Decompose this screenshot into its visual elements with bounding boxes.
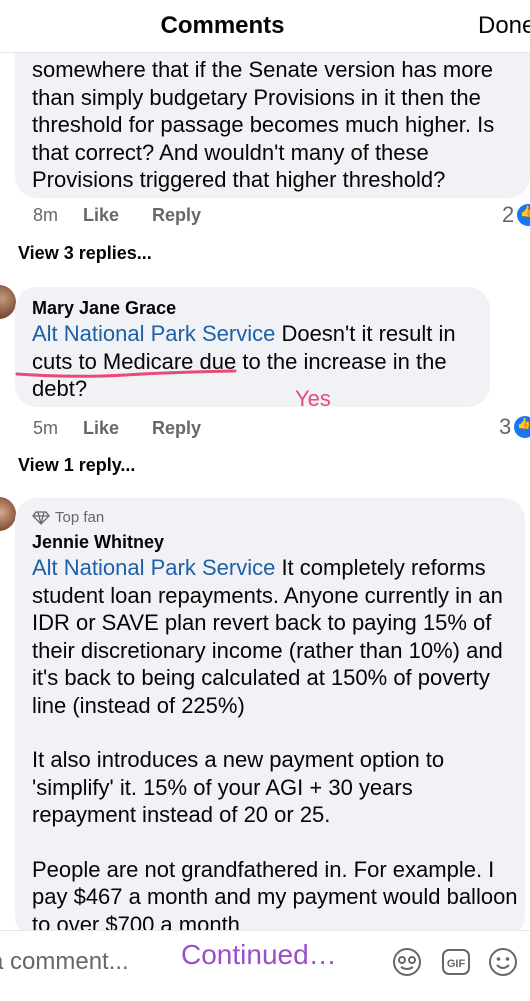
comment-author[interactable]: Mary Jane Grace	[32, 298, 176, 319]
avatar[interactable]	[0, 285, 16, 319]
emoji-icon[interactable]	[487, 946, 519, 978]
comment-time: 5m	[33, 418, 59, 438]
comment-input[interactable]: a comment...	[0, 948, 129, 976]
reaction-count[interactable]: 2	[502, 202, 530, 228]
comment-composer: a comment... Continued… GIF	[0, 930, 530, 1001]
done-button[interactable]: Done	[478, 12, 530, 40]
comment-meta: 8m Like Reply	[33, 205, 234, 226]
annotation-underline	[15, 369, 237, 378]
svg-text:GIF: GIF	[447, 958, 466, 970]
comment-text: somewhere that if the Senate version has…	[32, 57, 495, 192]
mention-link[interactable]: Alt National Park Service	[32, 555, 275, 580]
comment-bubble: Top fan Jennie Whitney Alt National Park…	[15, 498, 525, 938]
reaction-number: 3	[499, 414, 512, 439]
avatar[interactable]	[0, 497, 16, 531]
comment-paragraph: People are not grandfathered in. For exa…	[32, 856, 518, 937]
comment-text: Alt National Park Service Doesn't it res…	[32, 320, 482, 403]
view-replies-link[interactable]: View 1 reply...	[18, 455, 135, 476]
annotation-text: Yes	[295, 386, 331, 411]
avatar-sticker-icon[interactable]	[391, 946, 423, 978]
comment-paragraph: Alt National Park Service It completely …	[32, 554, 522, 719]
reply-button[interactable]: Reply	[152, 205, 201, 226]
comment-meta: 5m Like Reply	[33, 418, 234, 439]
top-fan-label: Top fan	[55, 509, 105, 526]
reaction-count[interactable]: 3	[499, 414, 530, 440]
annotation-continued: Continued…	[181, 939, 337, 970]
comment-author[interactable]: Jennie Whitney	[32, 532, 164, 553]
like-reaction-icon	[514, 416, 530, 438]
comment-time: 8m	[33, 205, 59, 225]
mention-link[interactable]: Alt National Park Service	[32, 321, 275, 346]
view-replies-link[interactable]: View 3 replies...	[18, 243, 152, 264]
diamond-icon	[32, 510, 50, 525]
comments-header: Comments Done	[0, 0, 530, 53]
top-fan-badge: Top fan	[32, 509, 104, 526]
comment-bubble: Mary Jane Grace Alt National Park Servic…	[15, 287, 490, 407]
gif-icon[interactable]: GIF	[440, 946, 472, 978]
comment-paragraph: It also introduces a new payment option …	[32, 747, 445, 827]
reply-button[interactable]: Reply	[152, 418, 201, 439]
like-reaction-icon	[517, 204, 530, 226]
like-button[interactable]: Like	[83, 205, 119, 226]
header-title: Comments	[160, 12, 285, 39]
like-button[interactable]: Like	[83, 418, 119, 439]
comment-bubble: somewhere that if the Senate version has…	[15, 30, 530, 198]
comment-text: Alt National Park Service It completely …	[32, 554, 522, 938]
reaction-number: 2	[502, 202, 515, 227]
